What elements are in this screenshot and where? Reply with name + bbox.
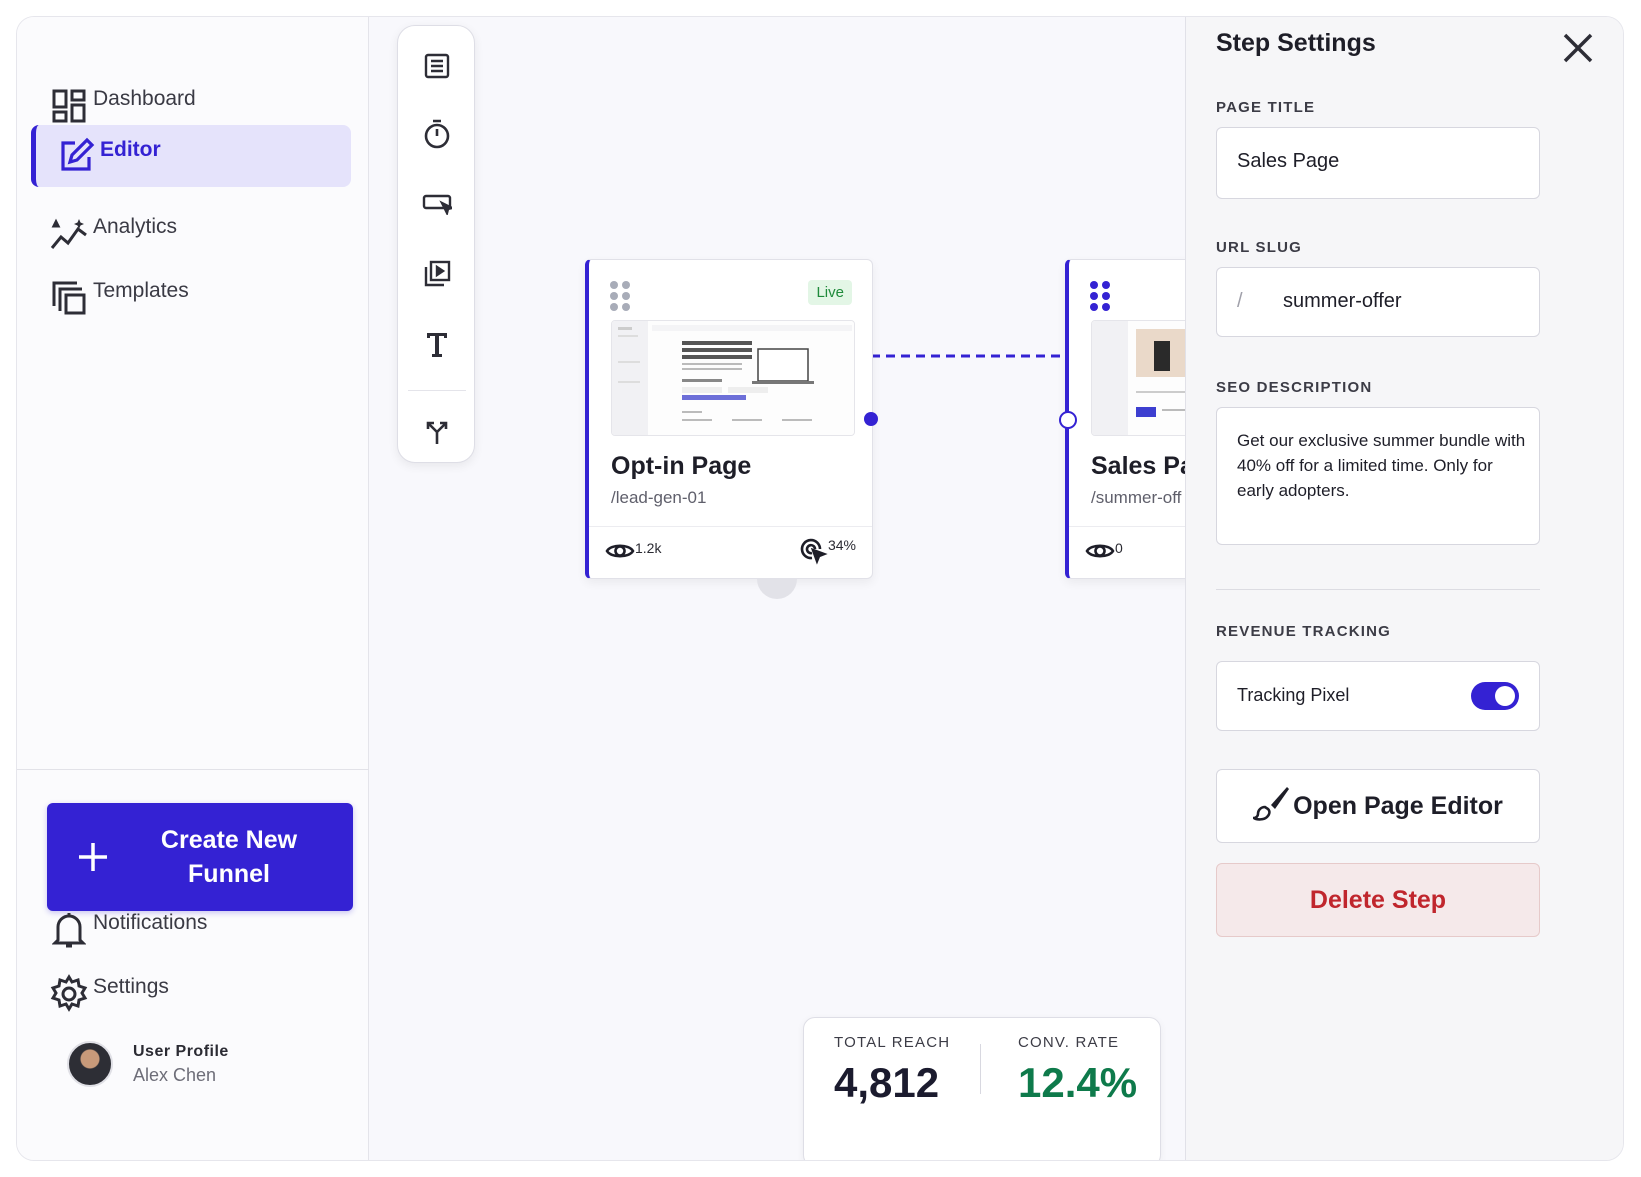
create-funnel-line2: Funnel [188,860,270,888]
avatar [67,1041,113,1087]
edit-icon [56,136,96,176]
sidebar-item-label: Analytics [93,215,178,238]
plus-icon [47,841,139,873]
sidebar-item-notifications[interactable]: Notifications [31,899,351,961]
step-settings-panel: Step Settings PAGE TITLE Sales Page URL … [1185,17,1623,1160]
open-page-editor-button[interactable]: Open Page Editor [1216,769,1540,843]
step-title: Opt-in Page [611,452,752,480]
url-slug-prefix: / [1237,290,1243,312]
page-title-field[interactable]: Sales Page [1216,127,1540,199]
sidebar-divider [17,769,369,770]
conversion-value: 34% [827,537,856,553]
text-icon[interactable] [417,324,457,364]
kpi-divider [980,1044,981,1094]
drag-handle-icon[interactable] [1089,280,1111,317]
create-funnel-label: Create New Funnel [139,823,319,891]
total-reach-label: TOTAL REACH [834,1034,951,1051]
dashboard-icon [49,86,89,126]
video-icon[interactable] [417,254,457,294]
close-icon[interactable] [1561,31,1595,65]
brush-icon [1249,785,1290,828]
create-funnel-button[interactable]: Create New Funnel [47,803,353,911]
form-icon[interactable] [417,46,457,86]
kpi-summary: TOTAL REACH 4,812 CONV. RATE 12.4% [803,1017,1161,1160]
toolbar-divider [408,390,466,391]
revenue-tracking-label: REVENUE TRACKING [1216,623,1392,640]
conv-rate-kpi: CONV. RATE 12.4% [1018,1034,1137,1107]
delete-step-label: Delete Step [1309,885,1447,914]
views-stat: 0 [1085,540,1123,565]
gear-icon [49,974,89,1014]
connector-in-handle[interactable] [1059,411,1077,429]
connector-out-handle[interactable] [864,412,878,426]
total-reach-value: 4,812 [834,1059,940,1106]
step-slug: /summer-off [1091,488,1182,507]
open-page-editor-label: Open Page Editor [1293,791,1503,820]
sidebar-item-label: Notifications [93,911,208,934]
conv-rate-label: CONV. RATE [1018,1034,1120,1051]
step-stats: 1.2k 34% [589,526,872,578]
sidebar-item-settings[interactable]: Settings [31,963,351,1025]
conversion-stat: 34% [800,537,856,568]
delete-step-button[interactable]: Delete Step [1216,863,1540,937]
url-slug-field[interactable]: / summer-offer [1216,267,1540,337]
sidebar-item-label: Editor [100,138,161,161]
analytics-icon [49,214,89,254]
step-card-optin[interactable]: Live Opt-in Page /lead-gen-01 1.2k 34% [585,259,873,579]
sidebar: Dashboard Editor Analytics Templates Cre… [17,17,369,1160]
drag-handle-icon[interactable] [609,280,631,317]
seo-description-label: SEO DESCRIPTION [1216,379,1373,396]
profile-name: Alex Chen [133,1064,217,1085]
connector-line [871,354,1067,358]
funnel-canvas[interactable]: Live Opt-in Page /lead-gen-01 1.2k 34% S… [369,17,1353,1160]
split-icon[interactable] [417,412,457,452]
tracking-pixel-toggle[interactable] [1471,682,1519,710]
tracking-pixel-label: Tracking Pixel [1237,685,1350,705]
sidebar-item-label: Templates [93,279,189,302]
element-toolbar [397,25,475,463]
app-window: Dashboard Editor Analytics Templates Cre… [16,16,1624,1161]
page-thumbnail [611,320,855,436]
templates-icon [49,278,89,318]
views-stat: 1.2k [605,540,661,565]
timer-icon[interactable] [417,114,457,154]
create-funnel-line1: Create New [160,826,298,854]
eye-icon [1085,540,1115,565]
views-value: 1.2k [635,540,662,556]
url-slug-label: URL SLUG [1216,239,1302,256]
url-slug-value: summer-offer [1283,290,1402,312]
tracking-pixel-row: Tracking Pixel [1216,661,1540,731]
conv-rate-value: 12.4% [1018,1059,1138,1106]
panel-title: Step Settings [1216,29,1376,57]
profile-title: User Profile [133,1042,229,1060]
add-step-handle[interactable] [757,579,797,599]
page-title-label: PAGE TITLE [1216,99,1316,116]
user-profile[interactable]: User Profile Alex Chen [67,1041,229,1087]
total-reach-kpi: TOTAL REACH 4,812 [834,1034,950,1107]
seo-description-field[interactable]: Get our exclusive summer bundle with 40%… [1216,407,1540,545]
eye-icon [605,540,635,565]
sidebar-item-templates[interactable]: Templates [31,267,351,329]
sidebar-item-label: Dashboard [93,87,196,110]
bell-icon [49,910,89,950]
sidebar-item-editor[interactable]: Editor [31,125,351,187]
page-title-value: Sales Page [1237,150,1340,172]
step-slug: /lead-gen-01 [611,488,707,507]
button-icon[interactable] [417,184,457,224]
seo-description-value: Get our exclusive summer bundle with 40%… [1237,431,1526,500]
status-badge: Live [808,280,852,305]
panel-divider [1216,589,1540,590]
views-value: 0 [1115,540,1123,556]
sidebar-item-analytics[interactable]: Analytics [31,203,351,265]
step-title: Sales Pa [1091,452,1194,480]
cursor-click-icon [800,537,828,568]
sidebar-item-label: Settings [93,975,169,998]
